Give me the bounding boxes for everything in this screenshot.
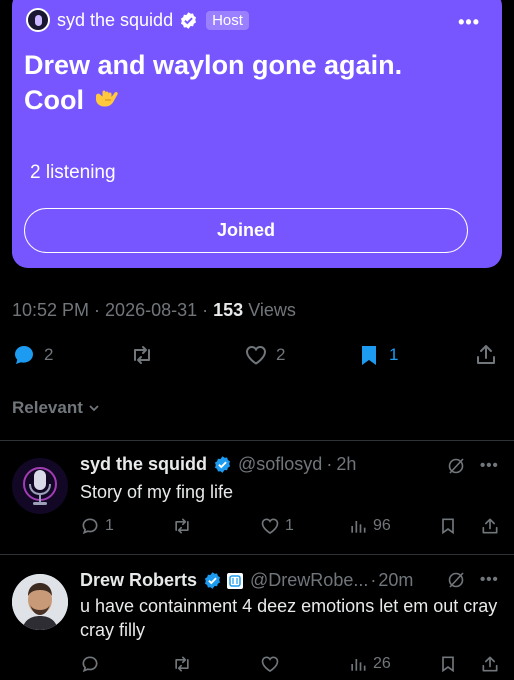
verified-badge-icon [205,572,221,589]
repost-button[interactable] [130,340,154,370]
reply-text: Story of my fing life [80,482,234,502]
repost-icon [175,518,189,534]
heart-icon [261,518,279,535]
like-count: 2 [276,345,286,364]
views-button[interactable]: 26 [348,652,391,676]
like-button[interactable]: 1 [260,514,294,538]
bookmark-button[interactable] [438,514,458,538]
tweet-date: 2026-08-31 [105,300,198,320]
views-icon [351,659,366,671]
reply-author-name[interactable]: syd the squidd [80,454,207,475]
view-count: 96 [373,517,391,534]
affiliate-badge-icon [227,572,244,589]
reply-header: Drew Roberts @DrewRobe... · 20m [80,570,414,591]
reply-author-handle[interactable]: @DrewRobe... [250,570,368,591]
reply-header: syd the squidd @soflosyd · 2h [80,454,357,475]
reply-icon [82,518,98,535]
repost-button[interactable] [172,514,192,538]
reply-action-bar: 26 [0,652,514,676]
tweet-meta: 10:52 PM · 2026-08-31 · 153 Views [12,300,296,320]
more-icon[interactable]: ••• [480,457,499,474]
views-label: Views [248,300,296,320]
host-avatar[interactable] [26,8,50,32]
bookmark-icon [442,656,454,673]
bookmark-button[interactable] [438,652,458,676]
repost-icon [134,346,150,364]
space-title: Drew and waylon gone again. Cool [24,48,404,118]
divider [0,554,514,555]
microphone-avatar-image [12,458,68,514]
reply-author-name[interactable]: Drew Roberts [80,570,197,591]
tweet-time: 10:52 PM [12,300,90,320]
tweet-action-bar: 2 2 1 [0,340,514,370]
reply-icon [15,346,33,364]
more-icon[interactable]: ••• [458,12,480,33]
chevron-down-icon [89,405,99,412]
divider [0,440,514,441]
heart-icon [245,345,267,365]
avatar[interactable] [12,574,68,630]
bookmark-icon [442,518,454,535]
like-button[interactable]: 2 [244,340,285,370]
reply-time: 20m [378,570,414,590]
call-me-hand-emoji-icon [95,90,118,107]
grok-icon[interactable] [446,456,466,476]
space-title-text: Drew and waylon gone again. Cool [24,50,403,115]
reply-icon [82,656,98,673]
verified-badge-icon [181,11,197,29]
sort-label: Relevant [12,398,83,417]
space-card[interactable]: syd the squidd Host ••• Drew and waylon … [12,0,502,268]
repost-button[interactable] [172,652,192,676]
view-count: 26 [373,655,391,672]
share-button[interactable] [480,652,500,676]
sort-dropdown[interactable]: Relevant [12,398,101,418]
host-name[interactable]: syd the squidd [57,10,173,31]
share-button[interactable] [480,514,500,538]
share-icon [477,345,495,364]
reply-author-handle[interactable]: @soflosyd [238,454,322,475]
views-icon [351,521,366,533]
host-row: syd the squidd Host [26,8,249,32]
heart-icon [261,656,279,673]
avatar[interactable] [12,458,68,514]
bookmark-button[interactable]: 1 [357,340,398,370]
share-button[interactable] [474,340,498,370]
bookmark-count: 1 [389,345,399,364]
reply-count: 1 [105,517,114,534]
reply-action-bar: 1 1 96 [0,514,514,538]
listener-count: 2 listening [30,162,116,183]
like-button[interactable] [260,652,280,676]
bookmark-icon [362,346,376,365]
more-icon[interactable]: ••• [480,571,499,588]
share-icon [482,518,498,534]
repost-icon [175,656,189,672]
reply-text: u have containment 4 deez emotions let e… [80,596,498,640]
profile-photo-image [12,574,68,630]
like-count: 1 [285,517,294,534]
views-button[interactable]: 96 [348,514,391,538]
reply-button[interactable]: 1 [80,514,114,538]
verified-badge-icon [214,456,231,473]
reply-button[interactable]: 2 [12,340,53,370]
share-icon [482,656,498,672]
joined-button[interactable]: Joined [24,208,468,253]
host-badge: Host [206,10,249,30]
views-count[interactable]: 153 [213,300,243,320]
reply-time: 2h [336,454,357,474]
reply-count: 2 [44,345,54,364]
grok-icon[interactable] [446,570,466,590]
reply-button[interactable] [80,652,100,676]
